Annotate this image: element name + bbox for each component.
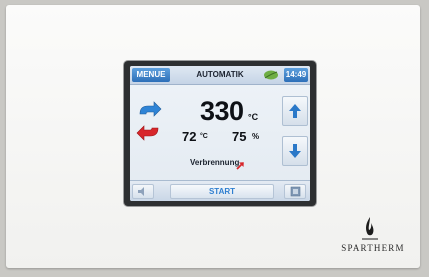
main-temperature: 330 xyxy=(200,96,244,126)
main-temperature-unit: °C xyxy=(248,112,259,122)
sound-button[interactable] xyxy=(132,184,154,199)
display-bezel: MENUE AUTOMATIK 14:49 330 °C 72 °C 75 % … xyxy=(124,61,316,206)
red-arrow-up-right-icon xyxy=(236,157,245,175)
arrow-down-icon xyxy=(289,144,301,158)
arrow-up-icon xyxy=(289,104,301,118)
start-button[interactable]: START xyxy=(170,184,274,199)
mode-label: AUTOMATIK xyxy=(196,70,244,79)
settings-button[interactable] xyxy=(284,184,306,199)
flame-logo-icon xyxy=(362,215,378,246)
menu-button[interactable]: MENUE xyxy=(132,68,170,82)
secondary-temperature: 72 xyxy=(182,129,197,144)
leaf-icon xyxy=(262,68,280,82)
clock-display[interactable]: 14:49 xyxy=(284,68,308,82)
bottom-bar: START xyxy=(130,180,310,201)
device-panel: MENUE AUTOMATIK 14:49 330 °C 72 °C 75 % … xyxy=(6,5,420,268)
humidity-value: 75 xyxy=(232,129,247,144)
humidity-unit: % xyxy=(252,132,260,141)
settings-square-icon xyxy=(290,186,301,197)
airflow-arrows-icon xyxy=(136,100,162,149)
secondary-temperature-unit: °C xyxy=(200,133,208,140)
increase-button[interactable] xyxy=(282,96,308,126)
brand-name: SPARTHERM xyxy=(341,243,405,253)
decrease-button[interactable] xyxy=(282,136,308,166)
top-bar: MENUE AUTOMATIK 14:49 xyxy=(130,66,310,85)
status-text: Verbrennung xyxy=(190,158,240,167)
touch-screen: MENUE AUTOMATIK 14:49 330 °C 72 °C 75 % … xyxy=(130,66,310,201)
speaker-icon xyxy=(138,187,144,196)
